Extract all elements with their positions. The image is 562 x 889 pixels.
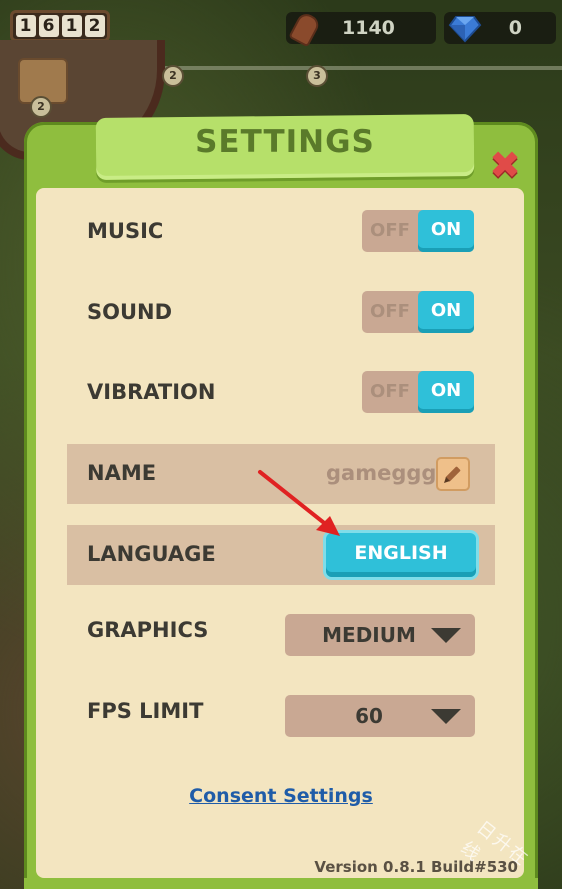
dialog-bottom-band bbox=[24, 878, 538, 889]
clock-digit: 1 bbox=[61, 15, 82, 37]
close-button[interactable]: ✖ bbox=[486, 146, 524, 184]
annotation-arrow-icon bbox=[258, 470, 340, 536]
portrait-level: 2 bbox=[30, 96, 52, 118]
gem-value: 0 bbox=[508, 17, 522, 39]
hud-clock: 1 6 1 2 bbox=[10, 10, 110, 42]
edit-name-button[interactable] bbox=[436, 457, 470, 491]
vibration-label: VIBRATION bbox=[87, 380, 216, 404]
sound-label: SOUND bbox=[87, 300, 173, 324]
music-off-option[interactable]: OFF bbox=[362, 210, 418, 252]
dialog-title: SETTINGS bbox=[195, 124, 375, 160]
clock-digit: 6 bbox=[38, 15, 59, 37]
pencil-icon bbox=[444, 466, 461, 483]
dropdown-arrow-icon bbox=[431, 709, 461, 724]
clock-digit: 1 bbox=[15, 15, 36, 37]
graphics-dropdown[interactable]: MEDIUM bbox=[285, 614, 475, 656]
music-label: MUSIC bbox=[87, 219, 164, 243]
gem-counter: 0 bbox=[444, 12, 556, 44]
close-icon: ✖ bbox=[489, 143, 521, 187]
level-node: 2 bbox=[162, 65, 184, 87]
vibration-toggle[interactable]: OFF ON bbox=[362, 371, 474, 413]
graphics-label: GRAPHICS bbox=[87, 618, 209, 642]
sound-toggle[interactable]: OFF ON bbox=[362, 291, 474, 333]
wood-value: 1140 bbox=[342, 17, 395, 39]
clock-digit: 2 bbox=[84, 15, 105, 37]
level-node: 3 bbox=[306, 65, 328, 87]
graphics-value: MEDIUM bbox=[322, 623, 416, 647]
level-track bbox=[165, 66, 562, 70]
name-label: NAME bbox=[87, 461, 157, 485]
vibration-off-option[interactable]: OFF bbox=[362, 371, 418, 413]
wood-log-icon bbox=[288, 10, 322, 48]
vibration-on-option[interactable]: ON bbox=[418, 371, 474, 413]
dropdown-arrow-icon bbox=[431, 628, 461, 643]
music-toggle[interactable]: OFF ON bbox=[362, 210, 474, 252]
fps-value: 60 bbox=[355, 704, 383, 728]
wood-counter: 1140 bbox=[286, 10, 436, 48]
consent-settings-link[interactable]: Consent Settings bbox=[0, 785, 562, 807]
language-label: LANGUAGE bbox=[87, 542, 216, 566]
gem-icon bbox=[448, 16, 482, 43]
sound-off-option[interactable]: OFF bbox=[362, 291, 418, 333]
fps-label: FPS LIMIT bbox=[87, 699, 204, 723]
music-on-option[interactable]: ON bbox=[418, 210, 474, 252]
fps-dropdown[interactable]: 60 bbox=[285, 695, 475, 737]
sound-on-option[interactable]: ON bbox=[418, 291, 474, 333]
